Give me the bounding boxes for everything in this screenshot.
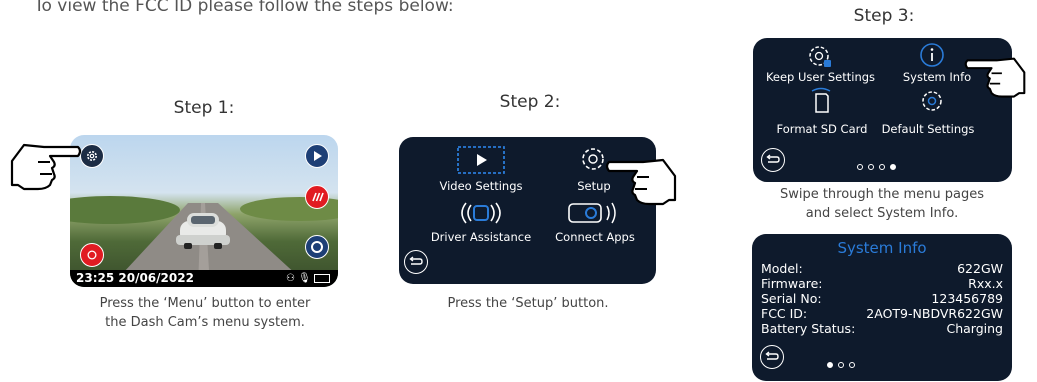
back-arrow-icon (765, 351, 779, 360)
info-row-serial: Serial No: 123456789 (761, 291, 1003, 306)
page-dot-active[interactable] (890, 164, 896, 170)
gear-icon (87, 151, 97, 161)
page-dot-active[interactable] (827, 362, 833, 368)
step1-label: Step 1: (173, 98, 235, 118)
page-indicator[interactable] (827, 362, 855, 368)
intro-text: To view the FCC ID please follow the ste… (34, 0, 454, 16)
road-scene (70, 196, 338, 287)
pointing-hand-icon (964, 57, 1026, 98)
back-arrow-icon (409, 256, 423, 265)
back-button[interactable] (760, 345, 784, 369)
driver-assistance-label: Driver Assistance (430, 230, 532, 244)
keep-user-settings-label: Keep User Settings (765, 70, 876, 84)
info-row-fcc-id: FCC ID: 2AOT9-NBDVR622GW (761, 306, 1003, 321)
format-sd-card-label: Format SD Card (776, 122, 868, 136)
page-indicator[interactable] (857, 164, 896, 170)
info-value: 123456789 (931, 291, 1003, 306)
playback-button[interactable] (305, 144, 329, 168)
shutter-icon (311, 241, 323, 253)
timestamp: 23:25 20/06/2022 (76, 271, 194, 285)
pointing-hand-icon (605, 158, 677, 206)
info-key: Model: (761, 261, 803, 276)
gear-icon (582, 148, 604, 170)
sd-card-icon (811, 87, 831, 113)
driver-assistance-icon (461, 202, 501, 224)
system-info-title: System Info (837, 239, 927, 257)
info-value: 622GW (957, 261, 1003, 276)
photo-button[interactable] (305, 235, 329, 259)
step1-caption: Press the ‘Menu’ button to enter the Das… (72, 294, 338, 332)
back-button[interactable] (404, 250, 428, 274)
step3-caption: Swipe through the menu pages and select … (752, 185, 1012, 223)
page-dot[interactable] (838, 362, 844, 368)
info-value: Charging (946, 321, 1004, 336)
step2-label: Step 2: (499, 92, 561, 112)
menu-button[interactable] (80, 144, 104, 168)
step3-label: Step 3: (853, 6, 915, 26)
info-row-firmware: Firmware: Rxx.x (761, 276, 1003, 291)
play-icon (314, 151, 322, 161)
info-key: Firmware: (761, 276, 823, 291)
gps-icon: ⚇ (285, 273, 295, 284)
step3-caption-line2: and select System Info. (805, 206, 959, 221)
record-icon (87, 250, 97, 260)
info-key: FCC ID: (761, 306, 808, 321)
status-bar: 23:25 20/06/2022 ⚇ 🎙 (70, 270, 338, 287)
video-settings-label: Video Settings (439, 179, 523, 193)
status-icons: ⚇ 🎙 (286, 270, 330, 287)
info-row-battery: Battery Status: Charging (761, 321, 1003, 336)
page-dot[interactable] (857, 164, 863, 170)
dashcam-live-view: 23:25 20/06/2022 ⚇ 🎙 (70, 135, 338, 287)
page-dot[interactable] (849, 362, 855, 368)
back-button[interactable] (761, 148, 785, 172)
default-settings-label: Default Settings (881, 122, 975, 136)
user-settings-icon (809, 46, 831, 67)
info-key: Serial No: (761, 291, 822, 306)
page-dot[interactable] (879, 164, 885, 170)
connect-apps-label: Connect Apps (555, 230, 635, 244)
step1-caption-line2: the Dash Cam’s menu system. (105, 315, 305, 330)
info-value: Rxx.x (968, 276, 1003, 291)
info-key: Battery Status: (761, 321, 856, 336)
info-row-model: Model: 622GW (761, 261, 1003, 276)
record-button[interactable] (80, 243, 104, 267)
info-icon (920, 43, 944, 67)
page-dot[interactable] (868, 164, 874, 170)
reset-gear-icon (922, 91, 942, 111)
protect-icon (312, 192, 324, 202)
step3-caption-line1: Swipe through the menu pages (779, 187, 985, 202)
back-arrow-icon (766, 154, 780, 163)
step1-caption-line1: Press the ‘Menu’ button to enter (99, 296, 311, 311)
protect-button[interactable] (305, 185, 329, 209)
video-settings-icon (457, 146, 505, 174)
pointing-hand-icon (10, 143, 82, 191)
info-value: 2AOT9-NBDVR622GW (866, 306, 1003, 321)
microphone-icon: 🎙 (298, 273, 311, 284)
battery-icon (314, 273, 330, 283)
step2-caption: Press the ‘Setup’ button. (447, 296, 609, 311)
system-info-screen: System Info Model: 622GW Firmware: Rxx.x… (752, 234, 1012, 381)
